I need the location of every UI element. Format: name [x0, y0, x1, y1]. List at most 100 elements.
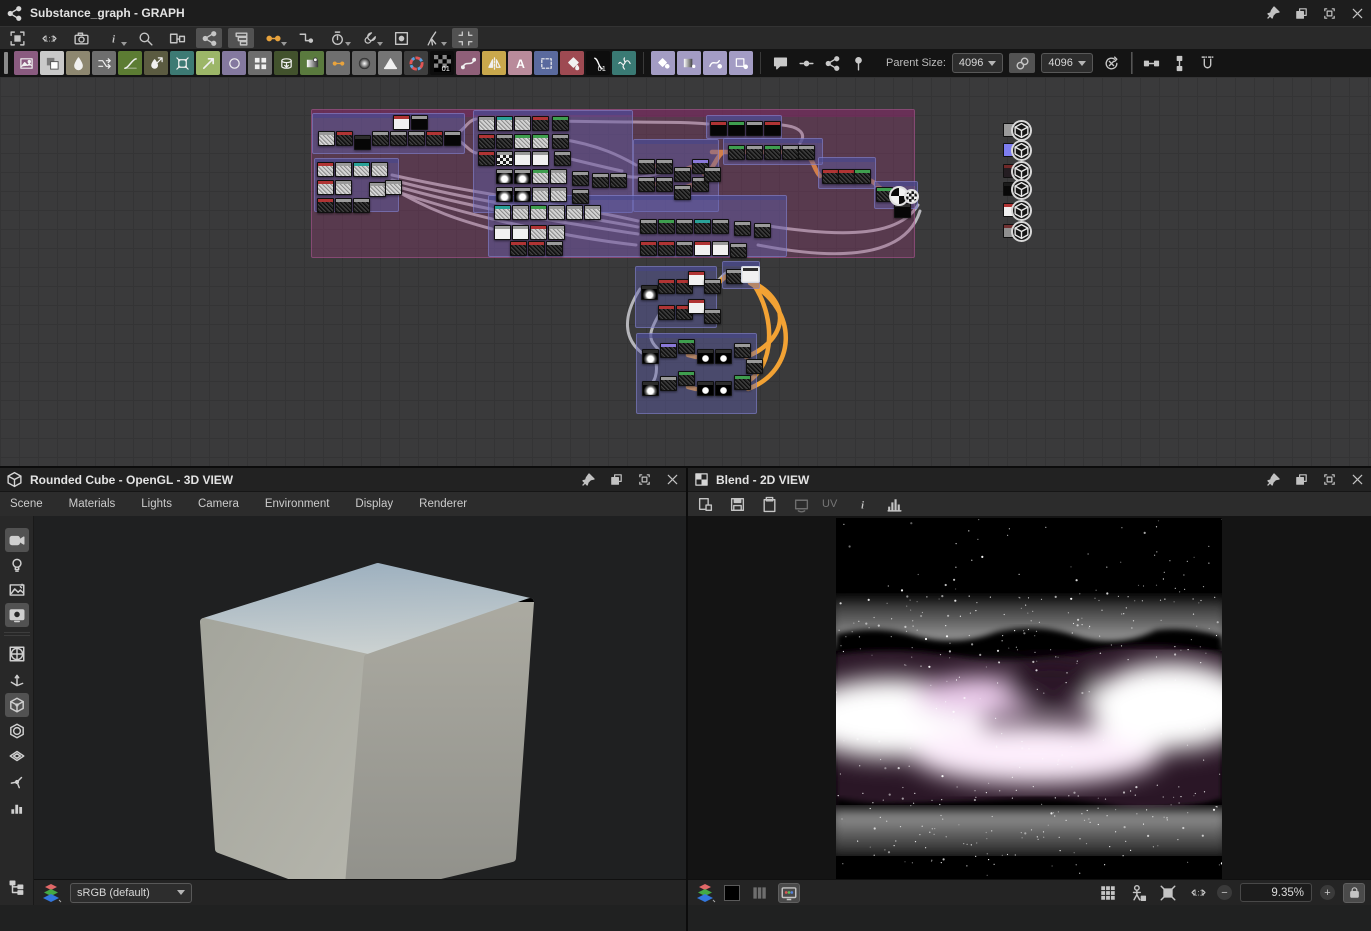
graph-node[interactable] — [317, 180, 334, 195]
graph-node[interactable] — [704, 309, 721, 324]
menu-materials[interactable]: Materials — [69, 498, 116, 510]
view-in-3d-badge[interactable] — [1011, 140, 1032, 161]
graph-node[interactable] — [512, 205, 529, 220]
close-panel-button[interactable] — [1349, 472, 1365, 488]
float-panel-button[interactable] — [1293, 472, 1309, 488]
graph-node[interactable] — [697, 381, 714, 396]
graph-node[interactable] — [317, 162, 334, 177]
graph-node[interactable] — [674, 167, 691, 182]
viewport-3d[interactable]: sRGB (default) — [34, 516, 686, 905]
graph-node[interactable] — [385, 180, 402, 195]
fit-view-icon[interactable] — [1157, 883, 1179, 903]
graph-node[interactable] — [676, 241, 693, 256]
value-node[interactable]: 01 — [430, 51, 454, 75]
graph-node[interactable] — [642, 381, 659, 396]
parent-width-select[interactable]: 4096 — [952, 53, 1003, 73]
tile-sampler-node[interactable] — [248, 51, 272, 75]
maximize-panel-button[interactable] — [1321, 472, 1337, 488]
graph-node[interactable] — [660, 376, 677, 391]
fit-all-button[interactable] — [4, 28, 30, 48]
layers-icon[interactable] — [694, 883, 716, 903]
scene-rounded-cube-button[interactable] — [5, 693, 29, 717]
zoom-level-field[interactable]: 9.35% — [1240, 883, 1312, 902]
snap-align-button[interactable] — [1195, 53, 1221, 73]
graph-node[interactable] — [764, 121, 781, 136]
fractal-node[interactable] — [612, 51, 636, 75]
graph-node[interactable] — [715, 381, 732, 396]
graph-node[interactable] — [640, 241, 657, 256]
float-panel-button[interactable] — [608, 472, 624, 488]
graph-node[interactable] — [514, 169, 531, 184]
graph-node[interactable] — [572, 189, 589, 204]
graph-node[interactable] — [592, 173, 609, 188]
layers-icon[interactable] — [40, 883, 62, 903]
transform-view-button[interactable] — [790, 494, 812, 514]
graph-node[interactable] — [317, 198, 334, 213]
scene-sphere-button[interactable] — [5, 642, 29, 666]
graph-node[interactable] — [371, 162, 388, 177]
stack-view-button[interactable] — [228, 28, 254, 48]
viewport-2d[interactable]: 4096 x 4096 (RGBA, 16bpc) 1:1 − 9.35% + — [688, 516, 1371, 905]
graph-node[interactable] — [496, 116, 513, 131]
graph-node[interactable] — [688, 299, 705, 314]
graph-node[interactable] — [640, 219, 657, 234]
graph-end-node-2d[interactable] — [904, 189, 919, 204]
graph-node[interactable] — [764, 145, 781, 160]
graph-node[interactable] — [798, 145, 815, 160]
view-in-3d-badge[interactable] — [1011, 179, 1032, 200]
text-node[interactable]: A — [508, 51, 532, 75]
display-gamma-icon[interactable] — [778, 883, 800, 903]
graph-node[interactable] — [697, 349, 714, 364]
graph-node[interactable] — [838, 169, 855, 184]
view-in-3d-badge[interactable] — [1011, 221, 1032, 242]
search-button[interactable] — [132, 28, 158, 48]
levels-node[interactable] — [118, 51, 142, 75]
graph-node[interactable] — [546, 241, 563, 256]
background-color-swatch[interactable] — [724, 885, 740, 901]
atlas-square-node[interactable] — [729, 51, 753, 75]
graph-node[interactable] — [353, 162, 370, 177]
graph-node[interactable] — [335, 162, 352, 177]
atlas-shape-node[interactable] — [651, 51, 675, 75]
graph-tools-button[interactable] — [356, 28, 382, 48]
graph-node[interactable] — [704, 279, 721, 294]
graph-node[interactable] — [710, 121, 727, 136]
palette-splitter[interactable] — [4, 52, 8, 74]
shape-gradient-node[interactable] — [352, 51, 376, 75]
scene-plane-button[interactable] — [5, 744, 29, 768]
maximize-panel-button[interactable] — [1321, 5, 1337, 21]
graph-node[interactable] — [656, 177, 673, 192]
graph-node[interactable] — [822, 169, 839, 184]
graph-node[interactable] — [674, 185, 691, 200]
export-image-button[interactable] — [694, 494, 716, 514]
graph-node[interactable] — [354, 135, 371, 150]
graph-node[interactable] — [656, 159, 673, 174]
graph-node[interactable] — [372, 131, 389, 146]
connection-style-button[interactable] — [292, 28, 318, 48]
graph-node[interactable] — [444, 131, 461, 146]
menu-scene[interactable]: Scene — [10, 498, 43, 510]
bitmap-value-node[interactable]: 01 — [586, 51, 610, 75]
tiling-grid-icon[interactable] — [1097, 883, 1119, 903]
graph-node[interactable] — [641, 285, 658, 300]
graph-node[interactable] — [335, 198, 352, 213]
graph-node[interactable] — [730, 243, 747, 258]
graph-node[interactable] — [676, 219, 693, 234]
graph-node[interactable] — [694, 219, 711, 234]
graph-node[interactable] — [658, 305, 675, 320]
graph-node[interactable] — [496, 187, 513, 202]
parent-height-select[interactable]: 4096 — [1041, 53, 1092, 73]
graph-node[interactable] — [514, 134, 531, 149]
graph-node[interactable] — [734, 343, 751, 358]
graph-node[interactable] — [658, 241, 675, 256]
graph-node[interactable] — [548, 225, 565, 240]
graph-node[interactable] — [754, 223, 771, 238]
histogram-scan-node[interactable] — [378, 51, 402, 75]
spline-node[interactable] — [456, 51, 480, 75]
graph-node[interactable] — [390, 131, 407, 146]
channels-icon[interactable] — [748, 883, 770, 903]
scene-outline-button[interactable] — [5, 876, 29, 900]
actual-size-button[interactable]: 1:1 — [36, 28, 62, 48]
graph-node[interactable] — [550, 169, 567, 184]
compute-time-button[interactable] — [324, 28, 350, 48]
